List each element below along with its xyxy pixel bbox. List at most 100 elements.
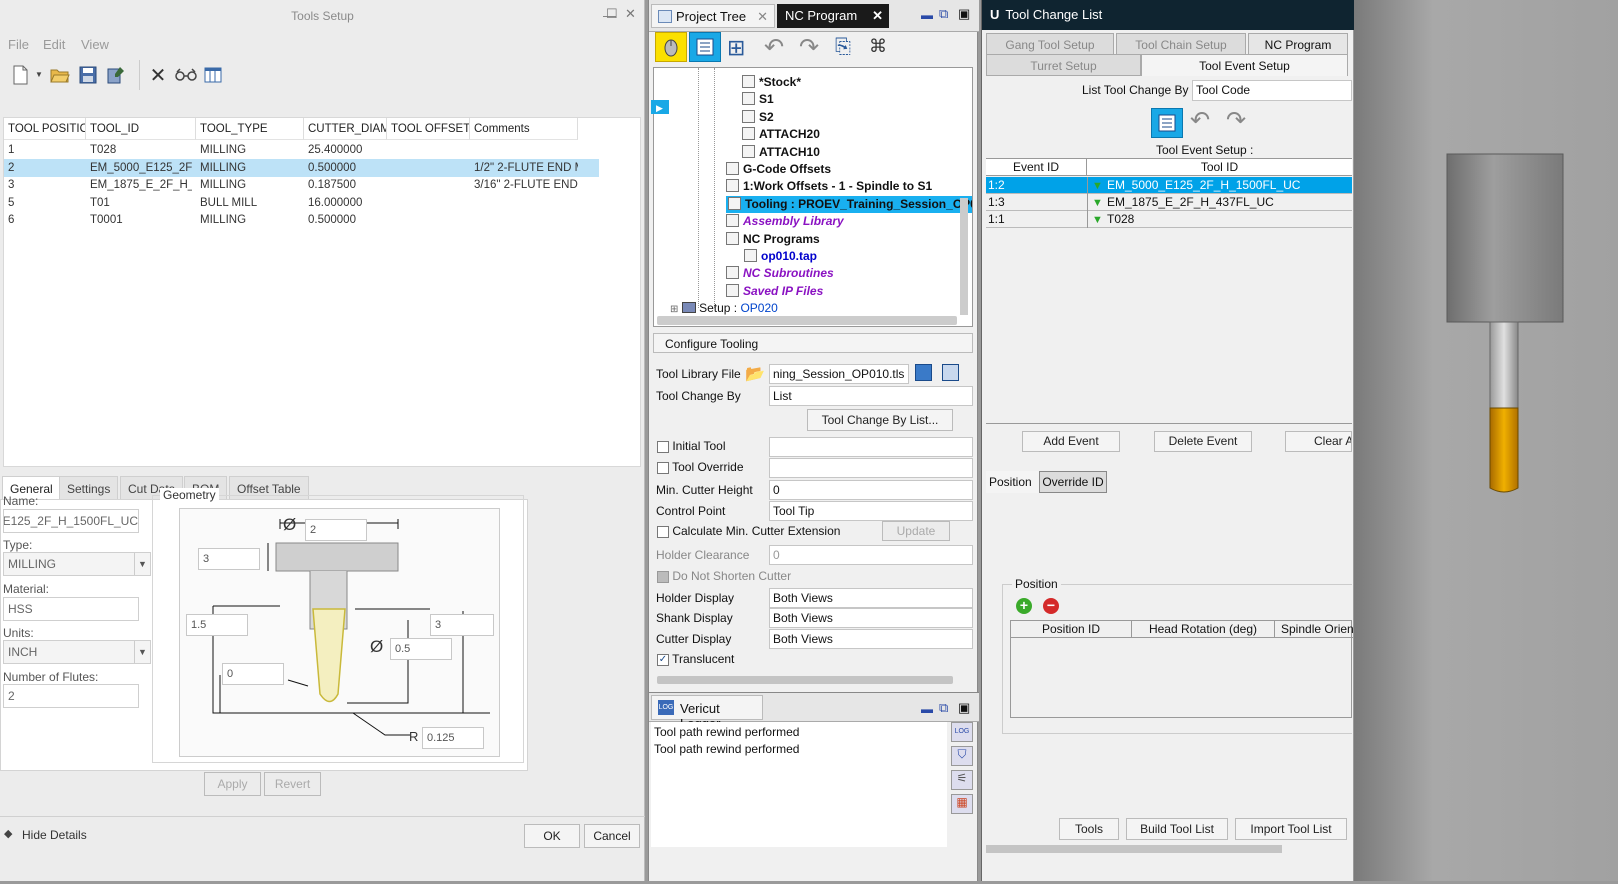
delete-icon[interactable]: ✕ <box>144 61 172 89</box>
min-cutter-field[interactable]: 0 <box>769 480 973 500</box>
undo-icon[interactable]: ↶ <box>1190 106 1210 135</box>
tree-hscrollbar[interactable] <box>657 316 957 325</box>
tree-node[interactable]: Tooling : PROEV_Training_Session_OP010 <box>726 195 972 213</box>
cutter-length-field[interactable]: 3 <box>430 614 494 636</box>
tools-button[interactable]: Tools <box>1059 818 1119 840</box>
cancel-button[interactable]: Cancel <box>584 824 640 848</box>
new-file-icon[interactable] <box>6 61 34 89</box>
initial-tool-field[interactable] <box>769 437 973 457</box>
filter-icon[interactable]: ⚟ <box>951 770 973 790</box>
table-row[interactable]: 2 EM_5000_E125_2F_H_1500FL_UC MILLING 0.500… <box>4 158 599 177</box>
tab-tool-chain-setup[interactable]: Tool Chain Setup <box>1116 33 1246 55</box>
tree-node[interactable]: S1 <box>742 91 774 108</box>
initial-tool-row[interactable]: Initial Tool <box>657 439 726 453</box>
holder-diameter-field[interactable]: 2 <box>305 519 367 541</box>
event-row[interactable]: 1:3 ▼ EM_1875_E_2F_H_437FL_UC <box>986 194 1352 211</box>
tree-node[interactable]: *Stock* <box>742 74 801 91</box>
type-select[interactable]: MILLING ▼ <box>3 552 151 576</box>
table-row[interactable]: 6 T0001 MILLING 0.500000 <box>4 211 599 229</box>
table-row[interactable]: 3 EM_1875_E_2F_H_437FL_UC MILLING 0.187500 3… <box>4 176 599 194</box>
col-tool-type[interactable]: TOOL_TYPE <box>196 118 304 140</box>
tab-vericut-logger[interactable]: LOG Vericut Logger <box>651 695 763 731</box>
apply-button[interactable]: Apply <box>204 772 261 796</box>
col-position-id[interactable]: Position ID <box>1011 621 1132 638</box>
tab-project-tree[interactable]: Project Tree ✕ <box>651 4 775 28</box>
col-head-rotation[interactable]: Head Rotation (deg) <box>1132 621 1275 638</box>
build-tool-list-button[interactable]: Build Tool List <box>1126 818 1228 840</box>
remove-position-icon[interactable]: − <box>1043 598 1059 614</box>
tab-override-id[interactable]: Override ID <box>1039 471 1107 493</box>
update-button[interactable]: Update <box>882 521 950 541</box>
menu-edit[interactable]: Edit <box>43 37 65 52</box>
config-hscrollbar[interactable] <box>657 676 953 684</box>
list-by-select[interactable]: Tool Code <box>1192 80 1352 101</box>
control-point-select[interactable]: Tool Tip <box>769 501 973 521</box>
minimize-icon[interactable]: ▬ <box>921 702 933 716</box>
add-component-icon[interactable]: ⊞ <box>727 35 745 61</box>
holder-height-field[interactable]: 3 <box>198 548 260 570</box>
save-as-icon[interactable] <box>942 364 959 381</box>
revert-button[interactable]: Revert <box>264 772 321 796</box>
copy-icon[interactable]: ⎘ <box>835 36 851 59</box>
delete-event-button[interactable]: Delete Event <box>1154 431 1252 452</box>
name-field[interactable]: EM_5000_E125_2F_H_1500FL_UC <box>3 509 139 533</box>
tool-change-by-list-button[interactable]: Tool Change By List... <box>807 409 953 431</box>
ok-button[interactable]: OK <box>524 824 580 848</box>
tree-node[interactable]: Saved IP Files <box>726 283 823 300</box>
units-select[interactable]: INCH ▼ <box>3 640 151 664</box>
tool-override-row[interactable]: Tool Override <box>657 460 744 474</box>
undo-icon[interactable]: ↶ <box>764 33 784 62</box>
no-shorten-row[interactable]: Do Not Shorten Cutter <box>657 569 791 583</box>
import-tool-list-button[interactable]: Import Tool List <box>1235 818 1347 840</box>
shank-display-select[interactable]: Both Views <box>769 608 973 628</box>
calc-min-cutter-row[interactable]: Calculate Min. Cutter Extension <box>657 524 840 538</box>
table-row[interactable]: 1 T028 MILLING 25.400000 <box>4 141 599 159</box>
tab-gang-tool-setup[interactable]: Gang Tool Setup <box>986 33 1114 55</box>
tree-node[interactable]: Assembly Library <box>726 213 844 230</box>
tree-setup-row[interactable]: ⊞ Setup : OP020 <box>670 300 778 317</box>
close-icon[interactable]: ✕ <box>625 6 636 22</box>
tab-nc-program[interactable]: NC Program <box>1248 33 1348 55</box>
expand-icon[interactable]: ⊞ <box>670 304 678 315</box>
calc-min-cutter-checkbox[interactable] <box>657 525 669 538</box>
translucent-checkbox[interactable]: ✓ <box>657 653 669 666</box>
tree-node[interactable]: NC Programs <box>726 231 820 248</box>
save-as-icon[interactable] <box>102 61 130 89</box>
col-event-id[interactable]: Event ID <box>986 159 1087 176</box>
col-comments[interactable]: Comments <box>470 118 578 140</box>
add-event-button[interactable]: Add Event <box>1022 431 1120 452</box>
flutes-field[interactable]: 2 <box>3 684 139 708</box>
col-spindle-orientation[interactable]: Spindle Orientation <box>1275 621 1353 638</box>
shield-icon[interactable]: ⛉ <box>951 746 973 766</box>
graphics-viewport[interactable] <box>1354 0 1618 881</box>
redo-icon[interactable]: ↷ <box>799 33 819 62</box>
add-position-icon[interactable]: + <box>1016 598 1032 614</box>
gauge-length-field[interactable]: 1.5 <box>186 614 248 636</box>
tree-node[interactable]: NC Subroutines <box>726 265 834 282</box>
hide-details-link[interactable]: Hide Details <box>22 828 87 842</box>
material-field[interactable]: HSS <box>3 597 139 621</box>
hide-details-icon[interactable]: ◆ <box>4 827 12 840</box>
log-settings-icon[interactable]: LOG <box>951 722 973 742</box>
corner-radius-field[interactable]: 0.125 <box>422 727 484 749</box>
tool-list-icon[interactable] <box>1151 108 1183 138</box>
tree-node[interactable]: G-Code Offsets <box>726 161 831 178</box>
tab-tool-event-setup[interactable]: Tool Event Setup <box>1141 54 1348 76</box>
menu-view[interactable]: View <box>81 37 109 52</box>
tree-scrollbar[interactable] <box>960 198 968 315</box>
initial-tool-checkbox[interactable] <box>657 440 669 453</box>
close-tab-icon[interactable]: ✕ <box>872 4 883 28</box>
float-icon[interactable]: ⧉ <box>939 700 948 716</box>
new-dropdown-icon[interactable]: ▼ <box>35 70 43 79</box>
project-tree[interactable]: *Stock* S1 S2 ATTACH20 ATTACH10 G-Code Offset… <box>653 67 973 327</box>
open-folder-icon[interactable]: 📂 <box>745 364 765 384</box>
col-tool-position[interactable]: TOOL POSITION <box>4 118 86 140</box>
float-icon[interactable]: ⧉ <box>939 6 948 22</box>
col-tool-offset[interactable]: TOOL OFFSET <box>387 118 470 140</box>
maximize-icon[interactable]: ▣ <box>958 700 970 716</box>
maximize-icon[interactable]: ▣ <box>958 6 970 22</box>
tool-library-field[interactable]: ning_Session_OP010.tls <box>769 364 909 384</box>
save-icon[interactable] <box>915 364 932 381</box>
table-row[interactable]: 5 T01 BULL MILL 16.000000 <box>4 194 599 212</box>
clear-all-button[interactable]: Clear All <box>1285 431 1352 452</box>
